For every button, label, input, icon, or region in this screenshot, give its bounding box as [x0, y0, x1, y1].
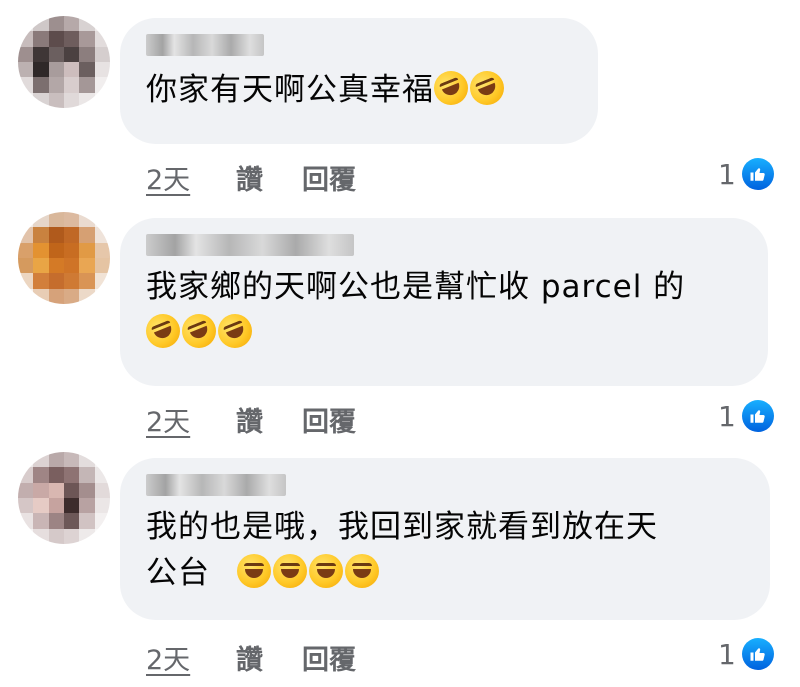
comment-bubble: 我的也是哦，我回到家就看到放在天 公台 — [120, 458, 770, 620]
reply-button[interactable]: 回覆 — [302, 158, 356, 196]
like-button[interactable]: 讚 — [236, 158, 302, 196]
thumbs-up-icon — [741, 158, 774, 190]
timestamp-link[interactable]: 2天 — [146, 638, 236, 676]
reaction-count[interactable]: 1 — [718, 637, 774, 671]
like-count: 1 — [718, 157, 736, 191]
timestamp-link[interactable]: 2天 — [146, 158, 236, 196]
timestamp-link[interactable]: 2天 — [146, 400, 236, 438]
comment-text: 你家有天啊公真幸福 — [146, 65, 572, 114]
face-with-tears-of-joy-icon — [272, 554, 307, 588]
rolling-on-floor-laughing-icon — [464, 65, 510, 111]
like-button[interactable]: 讚 — [236, 400, 302, 438]
face-with-tears-of-joy-icon — [308, 554, 343, 588]
rolling-on-floor-laughing-icon — [140, 308, 186, 354]
comment-text: 我的也是哦，我回到家就看到放在天 公台 — [146, 509, 658, 591]
comment-bubble: 我家鄉的天啊公也是幫忙收 parcel 的 — [120, 218, 768, 386]
face-with-tears-of-joy-icon — [344, 554, 379, 588]
avatar[interactable] — [18, 16, 110, 108]
rolling-on-floor-laughing-icon — [212, 308, 258, 354]
reply-button[interactable]: 回覆 — [302, 638, 356, 676]
avatar[interactable] — [18, 452, 110, 544]
commenter-name-blurred[interactable] — [146, 34, 264, 56]
like-count: 1 — [718, 637, 736, 671]
commenter-name-blurred[interactable] — [146, 474, 286, 496]
reaction-count[interactable]: 1 — [718, 399, 774, 433]
comment-actions: 2天 讚 回覆 — [146, 638, 356, 676]
rolling-on-floor-laughing-icon — [176, 308, 222, 354]
thumbs-up-icon — [741, 400, 774, 432]
emoji-row — [140, 308, 742, 356]
reply-button[interactable]: 回覆 — [302, 400, 356, 438]
rolling-on-floor-laughing-icon — [428, 65, 474, 111]
like-button[interactable]: 讚 — [236, 638, 302, 676]
comment-bubble: 你家有天啊公真幸福 — [120, 18, 598, 144]
commenter-name-blurred[interactable] — [146, 234, 354, 256]
comment-text: 我家鄉的天啊公也是幫忙收 parcel 的 — [140, 264, 742, 356]
reaction-count[interactable]: 1 — [718, 157, 774, 191]
comment-actions: 2天 讚 回覆 — [146, 400, 356, 438]
thumbs-up-icon — [741, 638, 774, 670]
face-with-tears-of-joy-icon — [236, 554, 271, 588]
avatar[interactable] — [18, 212, 110, 304]
like-count: 1 — [718, 399, 736, 433]
comment-actions: 2天 讚 回覆 — [146, 158, 356, 196]
